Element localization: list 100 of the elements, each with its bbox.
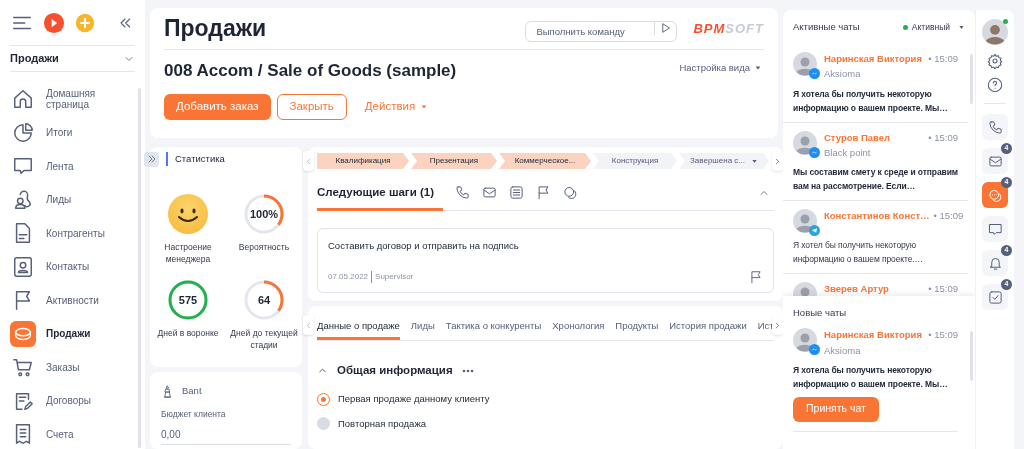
chat-time: • 15:09 — [932, 209, 964, 223]
expand-button[interactable] — [144, 151, 159, 167]
nav-item[interactable]: Лента — [10, 152, 135, 181]
stage-step[interactable]: Презентация — [411, 153, 497, 169]
task-owner: Supervisor — [374, 271, 414, 283]
pie-chart-icon — [12, 121, 34, 144]
flag-icon[interactable] — [535, 185, 551, 200]
tab[interactable]: Лиды — [410, 313, 435, 340]
nav-item[interactable]: Итоги — [10, 118, 135, 147]
nav-item[interactable]: Заказы — [10, 353, 135, 382]
task-text: Составить договор и отправить на подпись — [328, 239, 520, 253]
rail-button[interactable] — [982, 216, 1008, 242]
tab[interactable]: Ист — [757, 313, 774, 340]
option-label: Первая продаже данному клиенту — [338, 392, 490, 407]
section-title: Общая информация — [337, 363, 453, 378]
metric-label: Вероятность — [237, 241, 291, 253]
progress-ring — [167, 279, 209, 321]
stage-step[interactable]: Завершена с... — [679, 153, 769, 169]
gauge-value: 64 — [257, 292, 271, 308]
chevron-left-icon — [304, 156, 313, 166]
speech-bubble-icon — [987, 221, 1003, 237]
chevron-left-icon — [304, 320, 313, 330]
contact-name: Стуров Павел — [824, 130, 891, 145]
option-label: Повторная продажа — [338, 416, 427, 431]
chat-item[interactable]: Константинов Конст… • 15:09 Я хотел бы получить некоторую информацию о вашем проекте.… — [783, 201, 968, 274]
chat-time: • 15:09 — [927, 282, 958, 296]
metric-label: Дней до текущей стадии — [229, 327, 299, 351]
user-avatar[interactable] — [982, 19, 1008, 45]
rail-button[interactable] — [982, 182, 1008, 208]
rail-button[interactable] — [982, 114, 1008, 140]
caret-icon — [754, 64, 762, 72]
cart-icon — [12, 356, 34, 379]
nav-item[interactable]: Контрагенты — [10, 219, 135, 248]
metric-label: Дней в воронке — [156, 327, 220, 339]
gauge-value: 575 — [178, 292, 198, 308]
nav-item[interactable]: Активности — [10, 286, 135, 315]
company-name: Aksioma — [824, 67, 862, 82]
nav-item[interactable]: Продажи — [10, 319, 135, 348]
tab[interactable]: Хронология — [552, 313, 605, 340]
chat-bubbles-icon — [987, 187, 1003, 203]
nav-item[interactable]: Лиды — [10, 185, 135, 214]
people-icon — [12, 188, 34, 211]
nav-item[interactable]: Счета — [10, 420, 135, 449]
mail-icon[interactable] — [481, 185, 497, 200]
command-field[interactable]: Выполнить команду — [525, 21, 678, 42]
phone-icon[interactable] — [454, 185, 470, 200]
progress-ring — [243, 279, 285, 321]
nav-item[interactable]: Договоры — [10, 386, 135, 415]
logo: BPMSOFT — [693, 19, 764, 38]
flag-icon — [748, 270, 763, 284]
section-title: Bant — [182, 384, 202, 398]
status-dropdown[interactable]: Активный — [902, 20, 965, 34]
play-icon[interactable] — [43, 11, 65, 34]
chat-message: Мы составим смету к среде и отправим вам на рассмотрение. Если… — [793, 166, 958, 193]
smiley-icon — [167, 193, 209, 235]
stage-step[interactable]: Квалификация — [317, 153, 409, 169]
rail-button[interactable] — [982, 148, 1008, 174]
home-icon — [12, 88, 34, 111]
rail-button[interactable] — [982, 250, 1008, 276]
radio-button[interactable] — [317, 417, 330, 431]
mail-icon — [987, 153, 1003, 169]
tab[interactable]: Данные о продаже — [317, 313, 400, 340]
bell-icon — [987, 255, 1003, 271]
chat-item[interactable]: Наринская Виктория • 15:09 Aksioma Я хотела бы получить некоторую информацию о вашем проекте. Мы… — [783, 44, 968, 123]
tab[interactable]: История продажи — [669, 313, 747, 340]
tab[interactable]: Продукты — [615, 313, 659, 340]
page-title: Продажи — [164, 14, 267, 44]
gauge-value: 100% — [249, 206, 279, 222]
chat-bubbles-icon[interactable] — [562, 185, 578, 200]
phone-icon — [987, 119, 1003, 135]
radio-button[interactable] — [317, 392, 330, 406]
caret-icon — [751, 157, 758, 165]
contact-name: Константинов Конст… — [824, 209, 930, 223]
field-label: Бюджет клиента — [161, 408, 227, 421]
section-tab[interactable]: Следующие шаги (1) — [317, 175, 443, 211]
tab[interactable]: Тактика о конкуренты — [445, 313, 542, 340]
view-settings-menu[interactable]: Настройка вида — [679, 60, 762, 76]
help-icon[interactable] — [987, 77, 1003, 93]
progress-ring — [243, 193, 285, 235]
chat-message: Я хотела бы получить некоторую информацию о вашем проекте. Мы… — [793, 363, 949, 391]
company-name: Aksioma — [824, 343, 862, 358]
more-icon[interactable] — [461, 368, 474, 373]
note-icon[interactable] — [508, 185, 524, 200]
contact-card-icon — [12, 255, 34, 278]
contact-name: Наринская Виктория — [824, 52, 922, 66]
budget-field[interactable]: 0,00 — [161, 425, 291, 445]
stage-step[interactable]: Коммерческое... — [499, 153, 591, 169]
chat-item[interactable]: Наринская Виктория • 15:09 Aksioma Я хотела бы получить некоторую информацию о вашем проекте. Мы… — [783, 320, 968, 391]
rail-button[interactable] — [982, 284, 1008, 310]
section-dropdown[interactable]: Продажи — [10, 46, 135, 72]
stage-step[interactable]: Конструкция — [593, 153, 677, 169]
metric-label: Настроение менеджера — [163, 241, 213, 265]
nav-item[interactable]: Домашняя страница — [10, 85, 135, 114]
settings-icon[interactable] — [987, 53, 1003, 69]
contact-name: Наринская Виктория — [824, 328, 922, 343]
chat-time: • 15:09 — [927, 328, 958, 343]
nav-item[interactable]: Контакты — [10, 252, 135, 281]
chat-item[interactable]: Стуров Павел • 15:09 Black point Мы составим смету к среде и отправим вам на рассмотрение. Если… — [783, 122, 968, 201]
contact-name: Зверев Артур — [824, 282, 889, 296]
panel-title: Активные чаты — [793, 19, 860, 34]
